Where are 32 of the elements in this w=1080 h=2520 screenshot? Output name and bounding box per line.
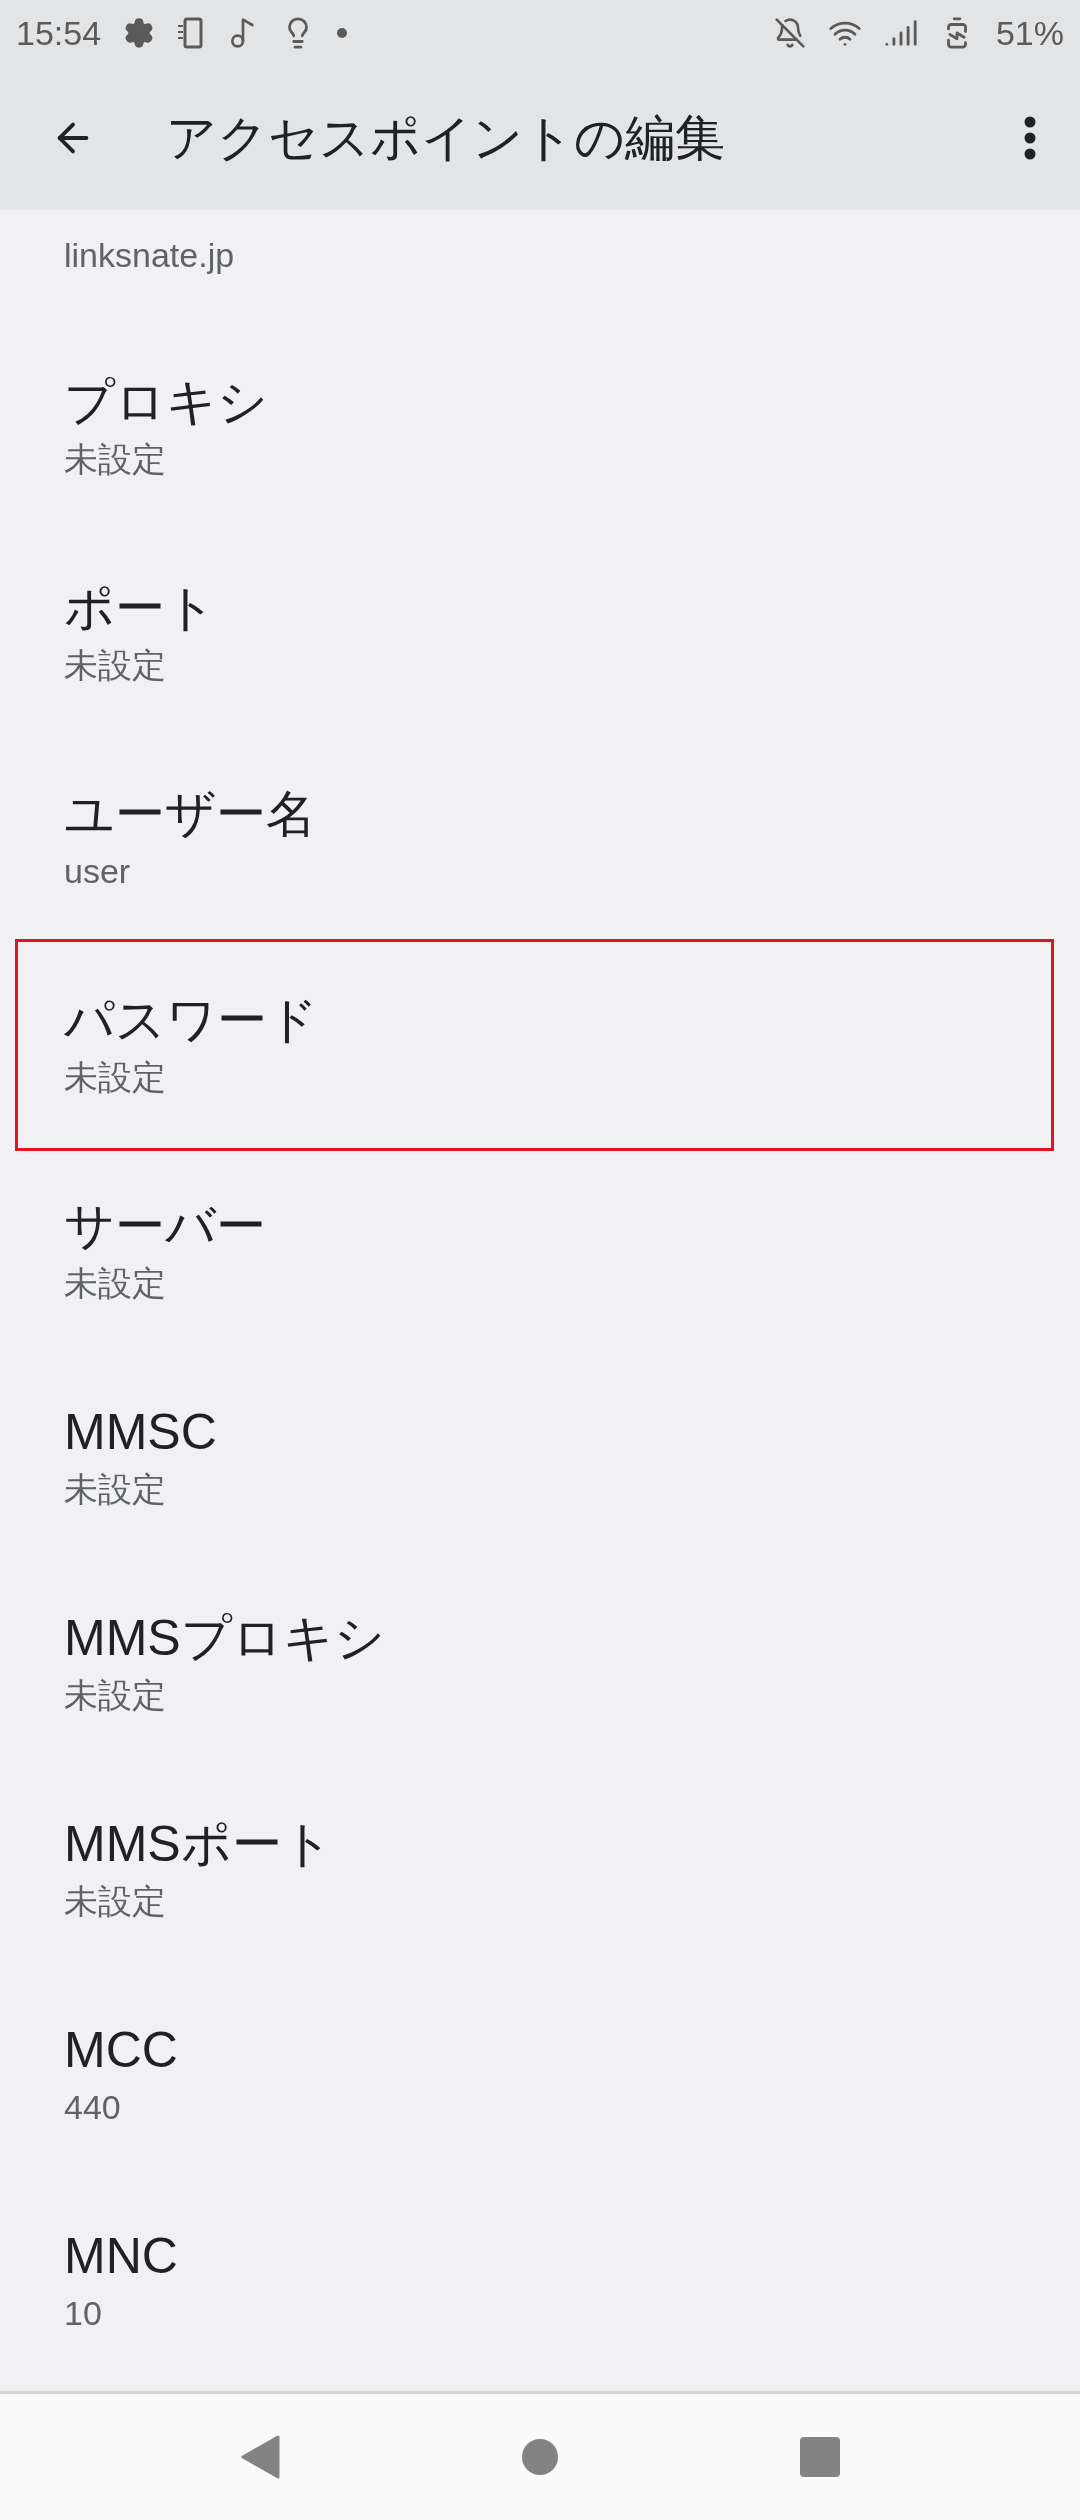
setting-value: 未設定	[64, 439, 167, 480]
setting-value: 未設定	[64, 1881, 167, 1922]
setting-title: MNC	[64, 2227, 179, 2286]
setting-value: 未設定	[64, 1057, 167, 1098]
bell-off-icon	[773, 17, 806, 49]
setting-value: linksnate.jp	[64, 235, 236, 276]
battery-level: 51%	[995, 13, 1064, 53]
setting-title: MMSポート	[64, 1815, 334, 1874]
setting-value: 未設定	[64, 645, 167, 686]
back-nav-button[interactable]	[240, 2435, 281, 2479]
dot-icon	[337, 28, 348, 38]
status-time: 15:54	[16, 13, 102, 53]
home-nav-button[interactable]	[521, 2438, 559, 2476]
setting-title: サーバー	[64, 1197, 267, 1256]
setting-title: ユーザー名	[64, 785, 317, 844]
setting-title: MCC	[64, 2021, 179, 2080]
more-icon	[1024, 116, 1036, 160]
setting-value: user	[64, 851, 132, 892]
phone-icon	[177, 16, 206, 50]
setting-value: 10	[64, 2293, 103, 2334]
setting-title: パスワード	[64, 991, 319, 1050]
setting-value: 440	[64, 2087, 122, 2128]
setting-value: 未設定	[64, 1263, 167, 1304]
setting-title: MMSプロキシ	[64, 1609, 386, 1668]
screen-title: アクセスポイントの編集	[166, 108, 726, 168]
setting-value: 未設定	[64, 1675, 167, 1716]
setting-title: MMSC	[64, 1403, 218, 1462]
setting-value: 未設定	[64, 1469, 167, 1510]
recents-nav-button[interactable]	[799, 2437, 840, 2477]
highlighted-setting[interactable]: パスワード 未設定	[18, 942, 1051, 1148]
setting-title: ポート	[64, 579, 217, 638]
setting-title: プロキシ	[64, 373, 269, 432]
